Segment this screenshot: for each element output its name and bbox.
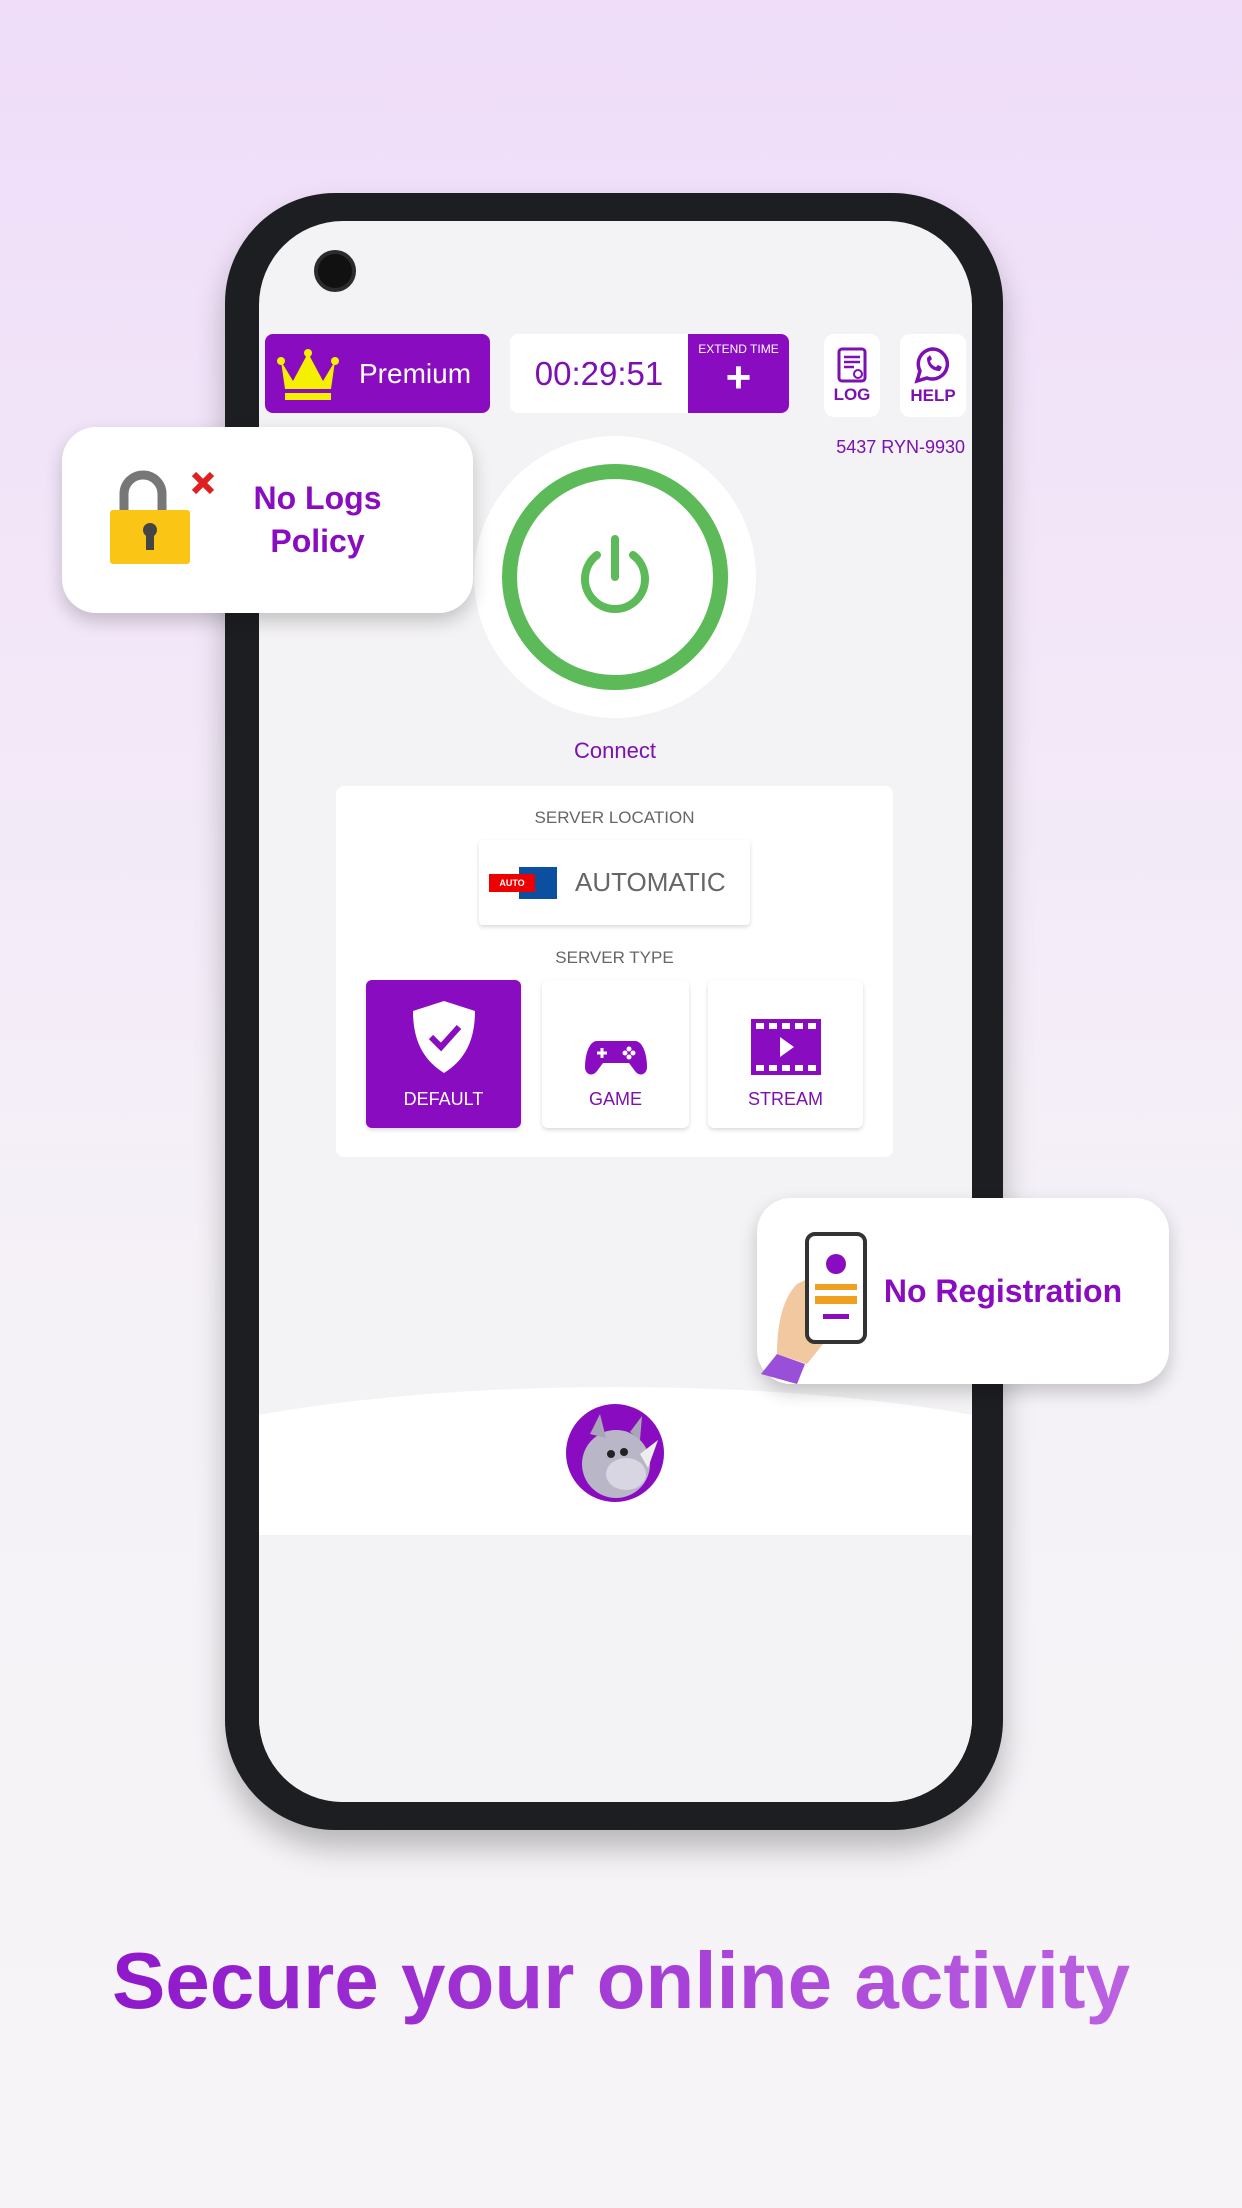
plus-icon: + xyxy=(725,353,752,402)
power-icon xyxy=(581,535,649,613)
server-type-default[interactable]: DEFAULT xyxy=(366,980,521,1128)
session-timer: 00:29:51 EXTEND TIME + xyxy=(510,334,789,413)
log-document-icon xyxy=(837,347,867,382)
shield-check-icon xyxy=(412,1001,475,1073)
extend-time-button[interactable]: EXTEND TIME + xyxy=(688,334,789,413)
auto-flag-icon: AUTO xyxy=(489,866,557,899)
connect-power-button[interactable] xyxy=(502,464,728,690)
hand-phone-icon xyxy=(761,1232,867,1384)
premium-button[interactable]: Premium xyxy=(265,334,490,413)
session-id: 5437 RYN-9930 xyxy=(836,437,965,457)
help-label: HELP xyxy=(910,385,956,405)
server-type-label-default: DEFAULT xyxy=(403,1089,484,1109)
server-location-value: AUTOMATIC xyxy=(575,867,726,897)
lower-area xyxy=(259,1535,972,1802)
lock-x-icon xyxy=(110,470,215,564)
feature-no-registration: No Registration xyxy=(757,1198,1169,1384)
rhino-mascot-avatar xyxy=(566,1404,664,1502)
tagline: Secure your online activity xyxy=(0,1935,1242,2027)
no-logs-label: No Logs Policy xyxy=(253,480,382,559)
server-type-label-game: GAME xyxy=(588,1089,642,1109)
log-label: LOG xyxy=(833,384,871,404)
front-camera xyxy=(314,250,356,292)
connect-label: Connect xyxy=(574,738,656,763)
log-button[interactable]: LOG xyxy=(824,334,880,417)
server-type-label: SERVER TYPE xyxy=(555,948,674,967)
server-type-label-stream: STREAM xyxy=(747,1089,823,1109)
help-button[interactable]: HELP xyxy=(900,334,966,417)
premium-label: Premium xyxy=(359,357,472,389)
server-type-stream[interactable]: STREAM xyxy=(708,980,863,1128)
crown-icon xyxy=(277,348,339,400)
film-play-icon xyxy=(750,1019,821,1075)
server-card: SERVER LOCATION AUTO AUTOMATIC SERVER TY… xyxy=(336,786,893,1157)
server-location-select[interactable]: AUTO AUTOMATIC xyxy=(479,840,750,925)
timer-value: 00:29:51 xyxy=(534,354,664,392)
no-registration-label: No Registration xyxy=(883,1272,1123,1309)
feature-no-logs: No Logs Policy xyxy=(62,427,473,613)
whatsapp-icon xyxy=(914,346,950,384)
gamepad-icon xyxy=(584,1041,647,1075)
server-location-label: SERVER LOCATION xyxy=(534,808,695,827)
server-type-game[interactable]: GAME xyxy=(542,980,689,1128)
